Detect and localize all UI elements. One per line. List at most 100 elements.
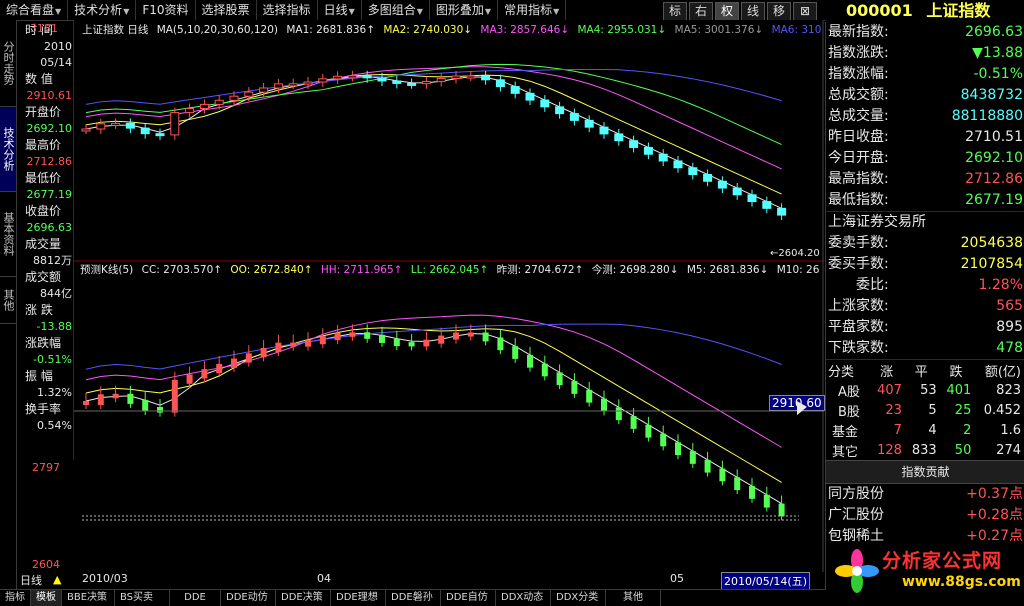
kline-chart[interactable]	[74, 20, 824, 572]
forecast-body	[393, 338, 400, 347]
period-label[interactable]: 日线	[20, 572, 42, 588]
lower-m5: M5: 2681.836↓	[686, 264, 769, 276]
forecast-body	[201, 369, 208, 379]
forecast-body	[571, 381, 578, 394]
bottom-tab-template[interactable]: 模板	[31, 590, 62, 606]
date-label-april: 04	[317, 572, 331, 585]
candle-body	[155, 133, 165, 137]
upper-ma1: MA1: 2681.836↑	[286, 24, 376, 36]
menu-multi-chart[interactable]: 多图组合▼	[362, 0, 430, 20]
forecast-body	[231, 358, 237, 368]
candle-body	[347, 75, 357, 79]
forecast-body	[438, 335, 445, 344]
lower-oo: OO: 2672.840↑	[230, 264, 313, 276]
value-label: 数 值	[25, 72, 53, 86]
quote-panel: 最新指数: 2696.63 指数涨跌: ▼13.88 指数涨幅: -0.51% 总成交…	[825, 22, 1024, 590]
bottom-tab-bs[interactable]: BS买卖	[115, 590, 170, 606]
tab-intraday[interactable]: 分时走势	[0, 20, 16, 107]
forecast-body	[527, 354, 533, 368]
stock-code: 000001	[846, 1, 913, 20]
forecast-body	[482, 332, 489, 342]
forecast-body	[142, 399, 149, 412]
forecast-body	[97, 394, 104, 405]
candle-body	[643, 146, 653, 155]
candle-body	[111, 122, 121, 126]
menu-select-stock[interactable]: 选择股票	[196, 0, 257, 20]
volume-value: 8812万	[33, 254, 72, 267]
tab-basic-info[interactable]: 基本资料	[0, 192, 16, 277]
menu-f10[interactable]: F10资料	[136, 0, 196, 20]
forecast-body	[245, 353, 252, 363]
mark-button[interactable]: 标	[663, 2, 687, 21]
upper-title: 上证指数 日线	[82, 24, 149, 36]
bottom-tab-ddx-class[interactable]: DDX分类	[551, 590, 606, 606]
menu-overlay[interactable]: 图形叠加▼	[430, 0, 499, 20]
candle-body	[96, 123, 106, 130]
date-axis: 日线 ▲ 2010/03 04 05 2010/05/14(五)	[17, 572, 823, 590]
change-value: -13.88	[36, 320, 72, 333]
turnover-label: 换手率	[25, 402, 62, 416]
menu-select-indicator[interactable]: 选择指标	[257, 0, 318, 20]
move-button[interactable]: 移	[767, 2, 791, 21]
menu-common-indicator[interactable]: 常用指标▼	[498, 0, 567, 20]
right-button[interactable]: 右	[689, 2, 713, 21]
close-icon[interactable]: ⊠	[793, 2, 817, 21]
menu-daily[interactable]: 日线▼	[318, 0, 362, 20]
forecast-body	[349, 332, 356, 337]
forecast-body	[379, 334, 385, 343]
tab-other[interactable]: 其他	[0, 277, 16, 324]
quote-open: 今日开盘: 2692.10	[828, 150, 1023, 166]
candle-body	[421, 81, 431, 85]
candle-body	[318, 78, 328, 83]
candle-body	[673, 160, 683, 169]
forecast-body	[615, 407, 622, 421]
forecast-body	[364, 332, 371, 339]
candle-body	[540, 99, 550, 108]
lower-chart-header: 预测K线(5) CC: 2703.570↑ OO: 2672.840↑ HH: …	[80, 262, 824, 277]
candle-body	[555, 106, 565, 115]
breadth-table: 分类 涨 平 跌 额(亿) A股 407 53 401 823 B股 23 5 25 0.452…	[826, 360, 1023, 460]
candle-body	[569, 113, 579, 121]
candle-body	[599, 126, 609, 135]
stock-name: 上证指数	[926, 1, 991, 20]
forecast-body	[719, 468, 726, 482]
line-button[interactable]: 线	[741, 2, 765, 21]
menu-tech-analysis[interactable]: 技术分析▼	[68, 0, 137, 20]
change-label: 涨 跌	[25, 303, 53, 317]
rights-button[interactable]: 权	[715, 2, 739, 21]
contrib-tab[interactable]: 指数贡献	[826, 460, 1024, 484]
watermark-logo: 分析家公式网 www.88gs.com	[832, 540, 1022, 602]
lower-hh: HH: 2711.965↑	[320, 264, 403, 276]
close-label: 收盘价	[25, 204, 62, 218]
low-label: 最低价	[25, 171, 62, 185]
bottom-tab-ddx-dynamic[interactable]: DDX动态	[496, 590, 551, 606]
low-marker-label: ←2604.20	[770, 248, 820, 259]
lower-jc: 今测: 2698.280↓	[591, 264, 679, 276]
bottom-tab-dde-pansun[interactable]: DDE磐孙	[386, 590, 441, 606]
bottom-tab-dde-decision[interactable]: DDE决策	[276, 590, 331, 606]
forecast-body	[171, 379, 178, 413]
bottom-tab-indicator[interactable]: 指标	[0, 590, 31, 606]
date-label-may: 05	[670, 572, 684, 585]
watermark-brand: 分析家公式网	[882, 550, 1003, 572]
forecast-body	[704, 459, 711, 473]
upper-ma5: MA5: 3001.376↓	[674, 24, 764, 36]
table-row: 其它 128 833 50 274	[832, 442, 1021, 460]
bottom-tab-dde-ideal[interactable]: DDE理想	[331, 590, 386, 606]
bottom-tab-other[interactable]: 其他	[606, 590, 661, 606]
bottom-tab-dde[interactable]: DDE	[170, 590, 221, 606]
candle-body	[81, 128, 91, 132]
menu-overview[interactable]: 综合看盘▼	[0, 0, 69, 20]
bottom-tab-dde-zifang[interactable]: DDE自仿	[441, 590, 496, 606]
forecast-body	[586, 389, 593, 403]
table-row: 基金 7 4 2 1.6	[832, 422, 1021, 440]
tab-tech-analysis[interactable]: 技术分析	[0, 107, 16, 192]
bottom-tab-dde-dongfang[interactable]: DDE动仿	[221, 590, 276, 606]
candle-body	[273, 83, 283, 89]
lower-title: 预测K线(5)	[80, 264, 134, 276]
quote-latest: 最新指数: 2696.63	[828, 24, 1023, 40]
bottom-tab-bbe[interactable]: BBE决策	[62, 590, 115, 606]
open-value: 2692.10	[26, 122, 73, 135]
window-title: 000001 上证指数	[826, 0, 1024, 22]
forecast-body	[216, 363, 223, 374]
